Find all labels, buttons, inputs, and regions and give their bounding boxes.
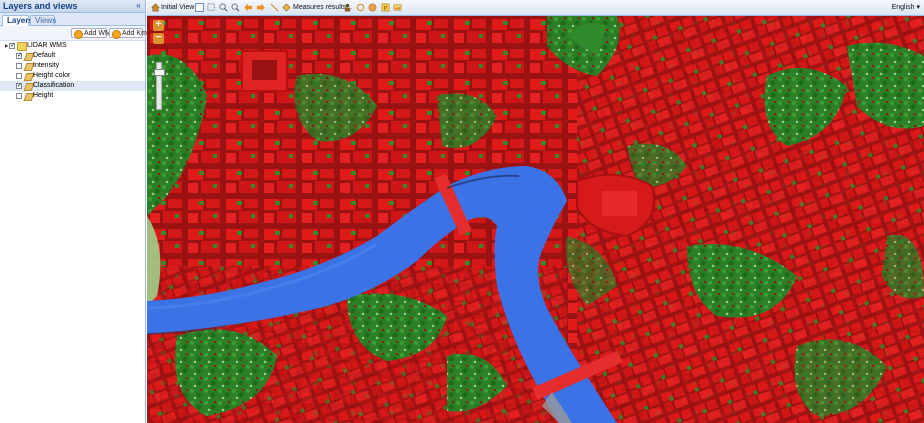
lidar-classification-map — [147, 16, 924, 423]
zoom-box-icon[interactable] — [207, 3, 216, 12]
root-checkbox[interactable]: ✓ — [9, 43, 15, 49]
layer-checkbox[interactable] — [16, 73, 22, 79]
panel-header: Layers and views « — [0, 0, 145, 13]
tree-root-label: LIDAR WMS — [27, 42, 67, 49]
tab-layers[interactable]: Layers — [2, 15, 33, 26]
layer-item-intensity[interactable]: Intensity — [0, 61, 145, 71]
add-wms-button[interactable]: Add WMS — [71, 28, 116, 39]
initial-view-button[interactable]: Initial View — [161, 3, 194, 13]
image-export-icon[interactable] — [393, 3, 402, 12]
zoom-slider[interactable] — [154, 62, 165, 110]
layer-label: Intensity — [33, 62, 60, 69]
zoom-slider-handle[interactable] — [154, 69, 165, 76]
print-icon[interactable]: P — [381, 3, 390, 12]
measure-line-icon[interactable] — [270, 3, 279, 12]
add-kml-button[interactable]: Add Kml — [109, 28, 148, 39]
map-view[interactable]: + − — [147, 16, 924, 423]
pan-hand-icon[interactable] — [195, 3, 204, 12]
layer-item-classification[interactable]: ✓ Classification — [0, 81, 145, 91]
add-kml-label: Add Kml — [122, 30, 149, 37]
collapse-panel-icon[interactable]: « — [134, 1, 143, 10]
layer-label: Height — [33, 92, 54, 99]
layer-label: Classification — [33, 82, 75, 89]
layer-label: Height color — [33, 72, 71, 79]
tab-views[interactable]: Views — [30, 15, 56, 25]
zoom-out-icon[interactable] — [231, 3, 240, 12]
map-toolbar: Initial View Measures results... P Engli… — [147, 0, 924, 16]
layer-checkbox[interactable]: ✓ — [16, 53, 22, 59]
layer-checkbox[interactable] — [16, 63, 22, 69]
next-view-icon[interactable] — [256, 3, 265, 12]
zoom-out-button[interactable]: − — [153, 33, 164, 44]
tree-root-lidar-wms[interactable]: ▲ ✓ LIDAR WMS — [0, 41, 145, 51]
panel-tab-bar: Layers Views — [0, 13, 145, 26]
folder-icon — [17, 42, 27, 51]
language-select[interactable]: English ▾ — [892, 3, 920, 13]
measure-area-icon[interactable] — [282, 3, 291, 12]
home-icon[interactable] — [151, 3, 160, 12]
circle-select-icon[interactable] — [356, 3, 365, 12]
add-icon — [74, 30, 83, 39]
layer-label: Default — [33, 52, 56, 59]
layer-tree: ▲ ✓ LIDAR WMS ✓ Default Intensity Height… — [0, 41, 145, 101]
zoom-in-button[interactable]: + — [153, 20, 164, 31]
previous-view-icon[interactable] — [244, 3, 253, 12]
layer-item-default[interactable]: ✓ Default — [0, 51, 145, 61]
info-person-icon[interactable] — [343, 3, 352, 12]
layer-item-height[interactable]: Height — [0, 91, 145, 101]
panel-toolbar: Add WMS Add Kml — [0, 26, 148, 41]
panel-title: Layers and views — [3, 1, 78, 11]
layers-panel: Layers and views « Layers Views Add WMS … — [0, 0, 148, 423]
globe-icon[interactable] — [368, 3, 377, 12]
zoom-in-icon[interactable] — [219, 3, 228, 12]
layer-checkbox[interactable] — [16, 93, 22, 99]
layer-checkbox[interactable]: ✓ — [16, 83, 22, 89]
layer-item-height-color[interactable]: Height color — [0, 71, 145, 81]
add-icon — [112, 30, 121, 39]
